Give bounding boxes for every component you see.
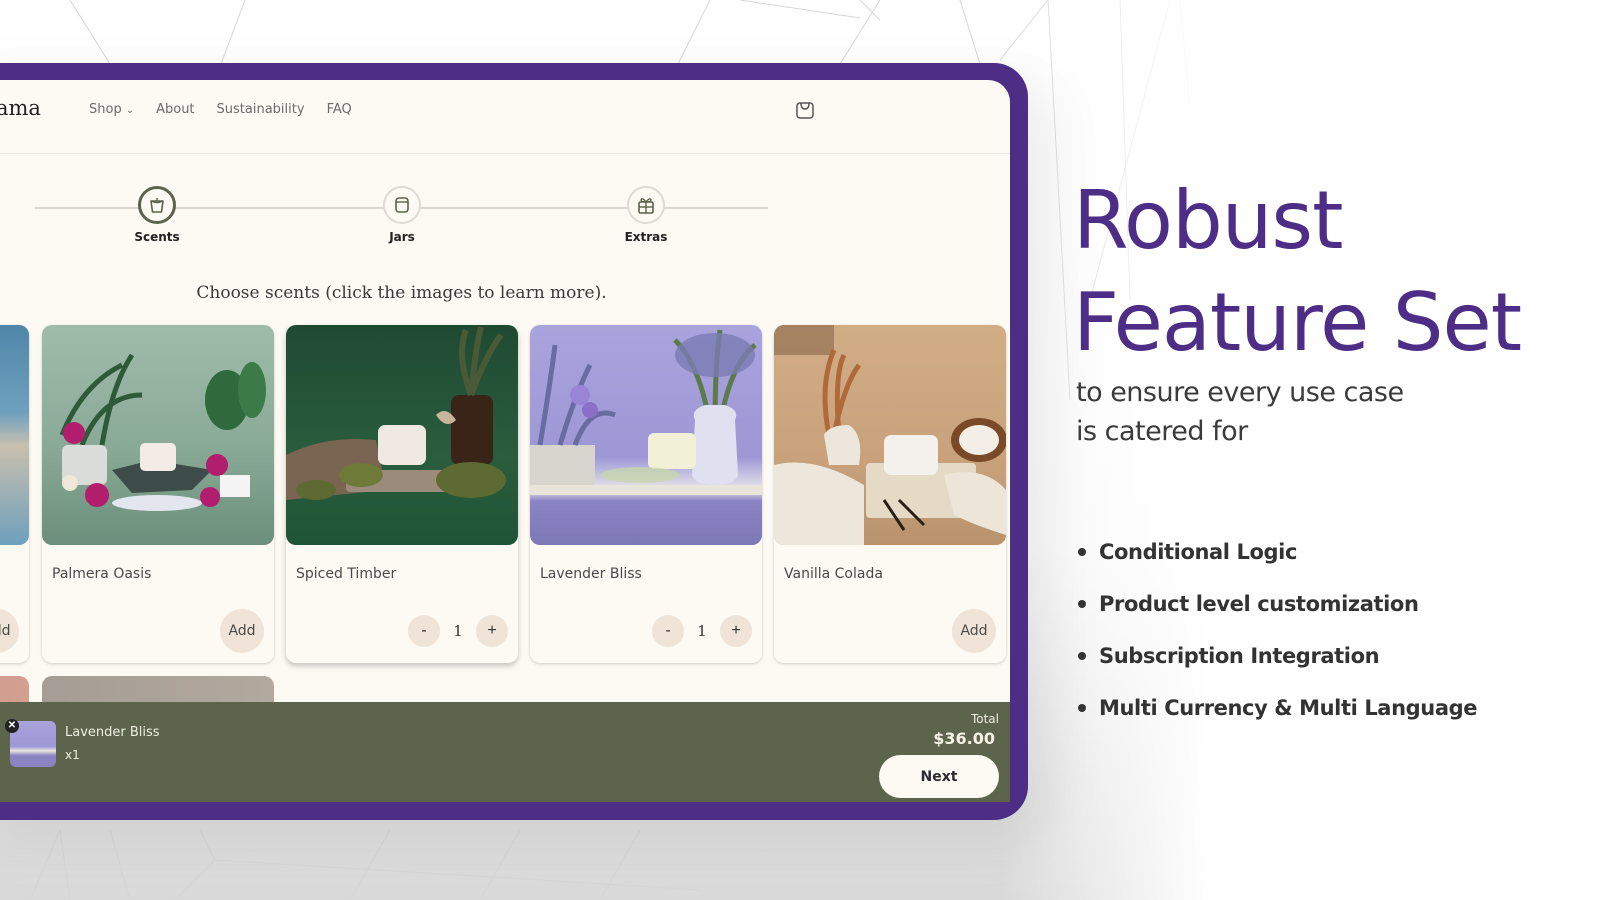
product-image[interactable] <box>286 325 518 545</box>
step-jars[interactable]: Jars <box>362 186 442 244</box>
hero-title-line: Feature Set <box>1073 276 1522 369</box>
step-extras[interactable]: Extras <box>606 186 686 244</box>
step-circle <box>383 186 421 224</box>
candle-icon <box>150 198 164 213</box>
bullet-icon <box>1078 548 1086 556</box>
quantity-value: 1 <box>453 622 463 640</box>
step-circle <box>138 186 176 224</box>
hero-title-line: Robust <box>1073 174 1343 267</box>
add-button[interactable]: Add <box>220 609 264 653</box>
store-header: ama Shop ⌄ About Sustainability FAQ <box>0 80 1010 154</box>
product-card[interactable]: Add <box>0 325 29 663</box>
store-logo[interactable]: ama <box>0 96 41 120</box>
quantity-value: 1 <box>697 622 707 640</box>
feature-item: Subscription Integration <box>1078 630 1477 682</box>
feature-item: Product level customization <box>1078 578 1477 630</box>
quantity-stepper: - 1 + <box>408 615 508 647</box>
add-button[interactable]: Add <box>0 609 19 653</box>
product-name: Spiced Timber <box>296 566 397 582</box>
product-image[interactable] <box>42 325 274 545</box>
shopping-bag-icon[interactable] <box>795 100 815 120</box>
product-card[interactable]: Vanilla Colada Add <box>774 325 1006 663</box>
step-scents[interactable]: Scents <box>117 186 197 244</box>
lavender-bliss-photo <box>530 329 762 495</box>
selected-item-name: Lavender Bliss <box>65 725 160 740</box>
jar-icon <box>395 197 409 213</box>
close-icon[interactable]: ✕ <box>5 719 19 733</box>
main-nav: Shop ⌄ About Sustainability FAQ <box>89 102 352 117</box>
product-card[interactable]: Palmera Oasis Add <box>42 325 274 663</box>
increase-button[interactable]: + <box>720 615 752 647</box>
nav-item-shop[interactable]: Shop ⌄ <box>89 102 134 117</box>
gift-icon <box>638 198 654 214</box>
step-label: Extras <box>624 230 668 244</box>
product-name: Vanilla Colada <box>784 566 883 582</box>
increase-button[interactable]: + <box>476 615 508 647</box>
product-image[interactable] <box>530 325 762 545</box>
feature-text: Subscription Integration <box>1099 644 1380 668</box>
product-name: Lavender Bliss <box>540 566 642 582</box>
next-button[interactable]: Next <box>879 755 999 798</box>
feature-item: Conditional Logic <box>1078 526 1477 578</box>
step-label: Jars <box>389 230 415 244</box>
feature-text: Conditional Logic <box>1099 540 1298 564</box>
vanilla-colada-photo <box>774 325 1006 545</box>
decrease-button[interactable]: - <box>408 615 440 647</box>
spiced-timber-photo <box>286 326 506 500</box>
nav-label: Shop <box>89 102 122 117</box>
product-image[interactable] <box>774 325 1006 545</box>
hero-subtitle: to ensure every use case is catered for <box>1076 373 1436 451</box>
chevron-down-icon: ⌄ <box>125 105 135 116</box>
quantity-stepper: - 1 + <box>652 615 752 647</box>
bullet-icon <box>1078 652 1086 660</box>
feature-list: Conditional Logic Product level customiz… <box>1078 526 1477 734</box>
nav-item-faq[interactable]: FAQ <box>327 102 352 117</box>
product-card[interactable]: Lavender Bliss - 1 + <box>530 325 762 663</box>
progress-stepper: Scents Jars Extras <box>35 186 768 256</box>
store-screen: ama Shop ⌄ About Sustainability FAQ Scen… <box>0 80 1010 802</box>
selection-footer: ✕ Lavender Bliss x1 Total $36.00 Next <box>0 702 1010 802</box>
hero-title: Robust Feature Set <box>1073 170 1522 374</box>
feature-text: Product level customization <box>1099 592 1419 616</box>
step-circle <box>627 186 665 224</box>
bullet-icon <box>1078 704 1086 712</box>
hero-subtitle-line: to ensure every use case <box>1076 377 1404 408</box>
product-card[interactable]: Spiced Timber - 1 + <box>286 325 518 663</box>
step-label: Scents <box>134 230 180 244</box>
bullet-icon <box>1078 600 1086 608</box>
hero-subtitle-line: is catered for <box>1076 416 1248 447</box>
nav-item-about[interactable]: About <box>156 102 194 117</box>
instruction-text: Choose scents (click the images to learn… <box>196 283 607 303</box>
add-button[interactable]: Add <box>952 609 996 653</box>
product-image[interactable] <box>0 325 29 545</box>
device-frame: ama Shop ⌄ About Sustainability FAQ Scen… <box>0 63 1028 820</box>
selected-item-qty: x1 <box>65 748 80 762</box>
decrease-button[interactable]: - <box>652 615 684 647</box>
total-value: $36.00 <box>933 729 995 748</box>
product-name: Palmera Oasis <box>52 566 152 582</box>
nav-item-sustainability[interactable]: Sustainability <box>217 102 305 117</box>
total-label: Total <box>970 712 999 726</box>
palmera-oasis-photo <box>59 353 266 511</box>
feature-item: Multi Currency & Multi Language <box>1078 682 1477 734</box>
feature-text: Multi Currency & Multi Language <box>1099 696 1478 720</box>
